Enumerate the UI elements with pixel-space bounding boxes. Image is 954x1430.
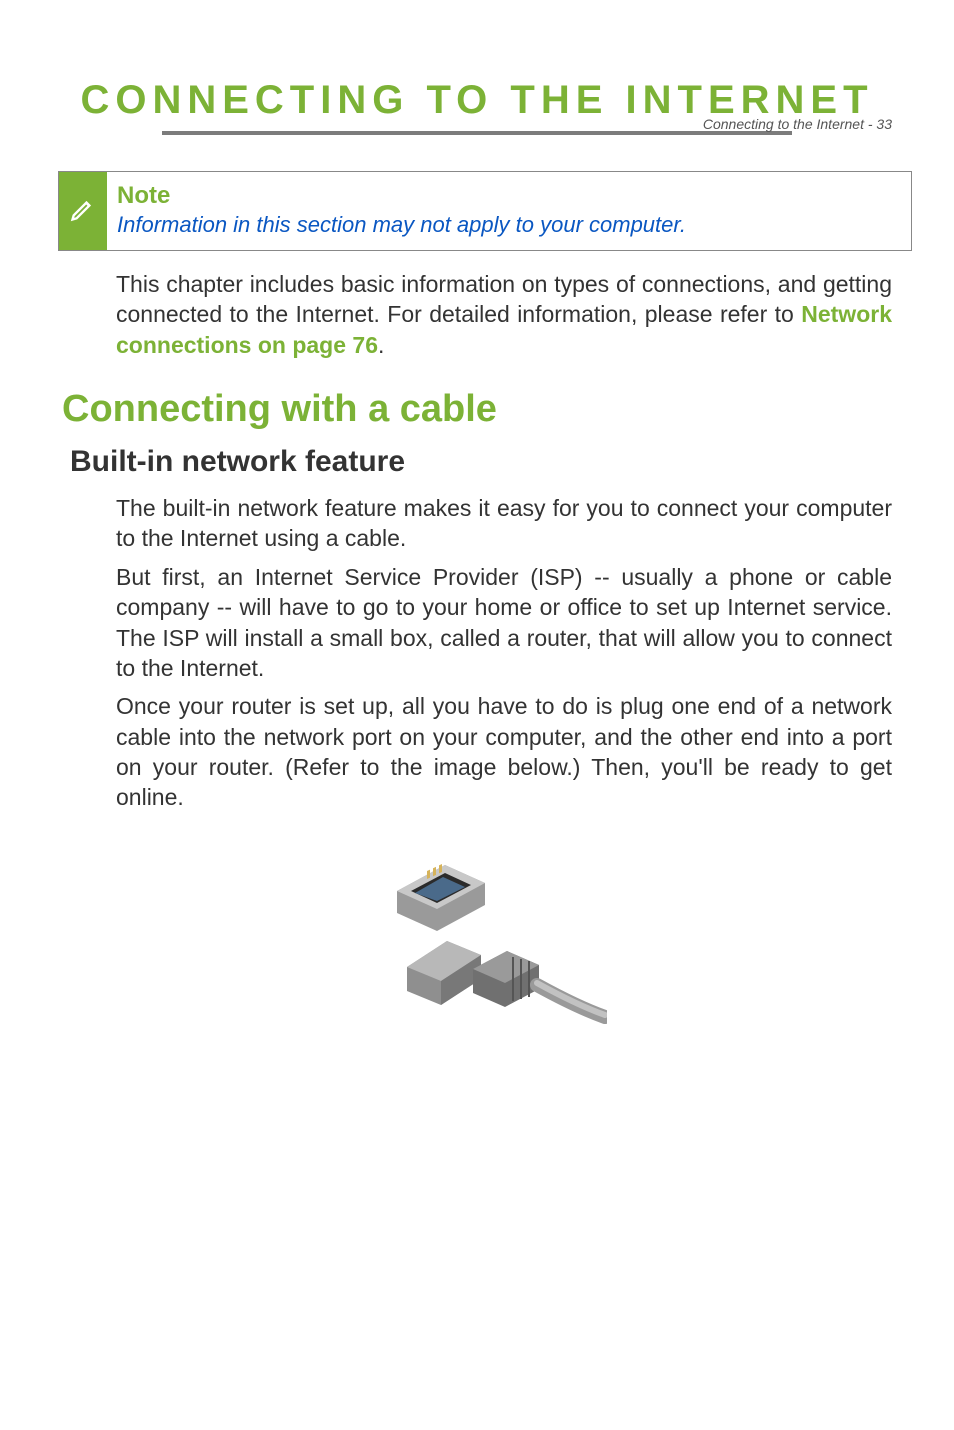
paragraph-1: The built-in network feature makes it ea… <box>116 493 892 554</box>
paragraph-2: But first, an Internet Service Provider … <box>116 562 892 683</box>
note-content: Note Information in this section may not… <box>107 172 700 250</box>
intro-paragraph: This chapter includes basic information … <box>116 269 892 360</box>
subsection-heading-builtin-network: Built-in network feature <box>70 445 892 479</box>
intro-after-link: . <box>378 332 384 358</box>
pencil-icon <box>69 195 97 228</box>
title-underline <box>162 131 792 135</box>
page-header-breadcrumb: Connecting to the Internet - 33 <box>703 116 892 132</box>
note-label: Note <box>117 182 686 210</box>
ethernet-illustration <box>347 835 607 1055</box>
intro-before-link: This chapter includes basic information … <box>116 271 892 327</box>
paragraph-3: Once your router is set up, all you have… <box>116 691 892 812</box>
note-text: Information in this section may not appl… <box>117 212 686 238</box>
section-heading-connecting-cable: Connecting with a cable <box>62 388 892 431</box>
note-callout: Note Information in this section may not… <box>58 171 912 251</box>
document-page: Connecting to the Internet - 33 CONNECTI… <box>0 78 954 1430</box>
note-icon-container <box>59 172 107 250</box>
